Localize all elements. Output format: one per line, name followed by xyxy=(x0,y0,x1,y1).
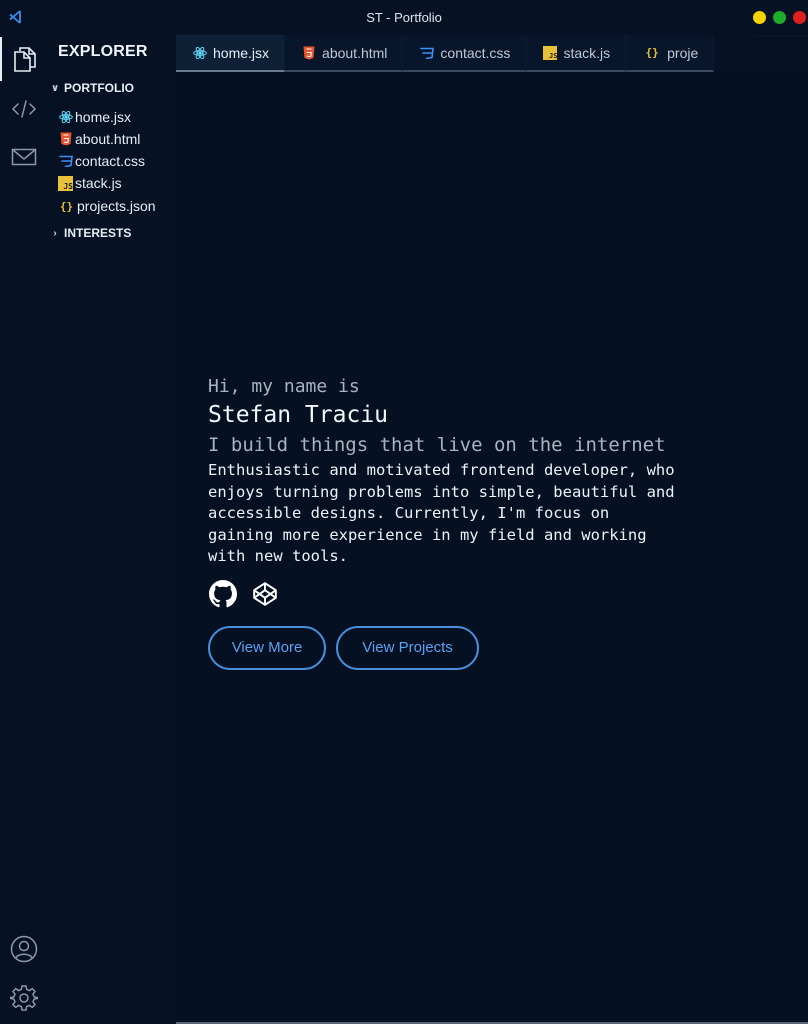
interests-section-label: INTERESTS xyxy=(64,226,132,240)
interests-section-toggle[interactable]: › INTERESTS xyxy=(50,226,131,240)
tab-label: home.jsx xyxy=(213,44,270,61)
tab-projects[interactable]: {} proje xyxy=(626,35,715,72)
view-more-button[interactable]: View More xyxy=(208,625,326,670)
file-item-about[interactable]: about.html xyxy=(58,129,140,149)
minimize-button[interactable] xyxy=(753,11,766,24)
chevron-right-icon: › xyxy=(53,227,57,239)
html5-icon xyxy=(58,132,73,147)
explorer-header: EXPLORER xyxy=(58,43,148,60)
portfolio-section-label: PORTFOLIO xyxy=(64,81,134,95)
html5-icon xyxy=(302,46,316,60)
tab-contact[interactable]: contact.css xyxy=(403,35,527,72)
name-heading: Stefan Traciu xyxy=(208,402,389,428)
activity-code[interactable] xyxy=(0,87,48,131)
view-projects-button[interactable]: View Projects xyxy=(336,625,479,670)
file-item-contact[interactable]: contact.css xyxy=(58,151,145,171)
activity-explorer[interactable] xyxy=(0,37,48,81)
mail-icon xyxy=(11,148,37,166)
hero-buttons: View More View Projects xyxy=(208,625,728,670)
codepen-icon[interactable] xyxy=(250,579,280,609)
file-item-home[interactable]: home.jsx xyxy=(58,107,131,127)
close-button[interactable] xyxy=(793,11,806,24)
js-icon: JS xyxy=(58,175,73,191)
window-title: ST - Portfolio xyxy=(366,10,442,25)
tab-label: about.html xyxy=(322,44,388,61)
tab-label: stack.js xyxy=(563,44,611,61)
activity-mail[interactable] xyxy=(0,135,48,179)
maximize-button[interactable] xyxy=(773,11,786,24)
json-icon: {} xyxy=(645,46,659,59)
css3-icon xyxy=(420,46,435,60)
tab-home[interactable]: home.jsx xyxy=(176,35,286,72)
activity-account[interactable] xyxy=(0,927,48,971)
activity-bar xyxy=(0,35,48,1024)
title-bar: ST - Portfolio xyxy=(0,0,808,36)
file-item-stack[interactable]: JS stack.js xyxy=(58,173,122,193)
gear-icon xyxy=(10,985,38,1011)
activity-settings[interactable] xyxy=(0,976,48,1020)
explorer-icon xyxy=(14,47,36,72)
social-links xyxy=(208,576,728,612)
tab-about[interactable]: about.html xyxy=(285,35,404,72)
file-label: projects.json xyxy=(77,198,156,214)
editor-tabs: home.jsx about.html contact.css JS stack… xyxy=(176,35,754,72)
tab-stack[interactable]: JS stack.js xyxy=(526,35,627,72)
file-label: home.jsx xyxy=(75,109,132,125)
explorer-sidebar: EXPLORER ∨ PORTFOLIO home.jsx about.html xyxy=(48,35,176,1024)
react-icon xyxy=(58,110,73,125)
css3-icon xyxy=(58,154,73,169)
account-icon xyxy=(10,935,38,963)
portfolio-window: ST - Portfolio EXPLORER ∨ PORTFOLIO home… xyxy=(0,0,808,1024)
react-icon xyxy=(193,46,207,60)
greeting-text: Hi, my name is xyxy=(208,376,360,397)
tab-label: proje xyxy=(667,44,699,61)
hero-section: Hi, my name is Stefan Traciu I build thi… xyxy=(208,376,728,670)
code-icon xyxy=(11,100,37,118)
editor-area: Hi, my name is Stefan Traciu I build thi… xyxy=(176,72,808,1024)
file-label: about.html xyxy=(75,131,141,147)
github-icon[interactable] xyxy=(208,579,238,609)
js-icon: JS xyxy=(543,45,558,60)
json-icon: {} xyxy=(59,199,74,213)
file-item-projects[interactable]: {} projects.json xyxy=(58,196,156,216)
file-label: contact.css xyxy=(75,153,146,169)
bio-text: Enthusiastic and motivated frontend deve… xyxy=(208,461,675,565)
file-label: stack.js xyxy=(75,175,122,191)
tagline-text: I build things that live on the internet xyxy=(208,434,666,456)
tab-label: contact.css xyxy=(440,44,511,61)
chevron-down-icon: ∨ xyxy=(50,82,60,94)
portfolio-section-toggle[interactable]: ∨ PORTFOLIO xyxy=(50,81,134,95)
